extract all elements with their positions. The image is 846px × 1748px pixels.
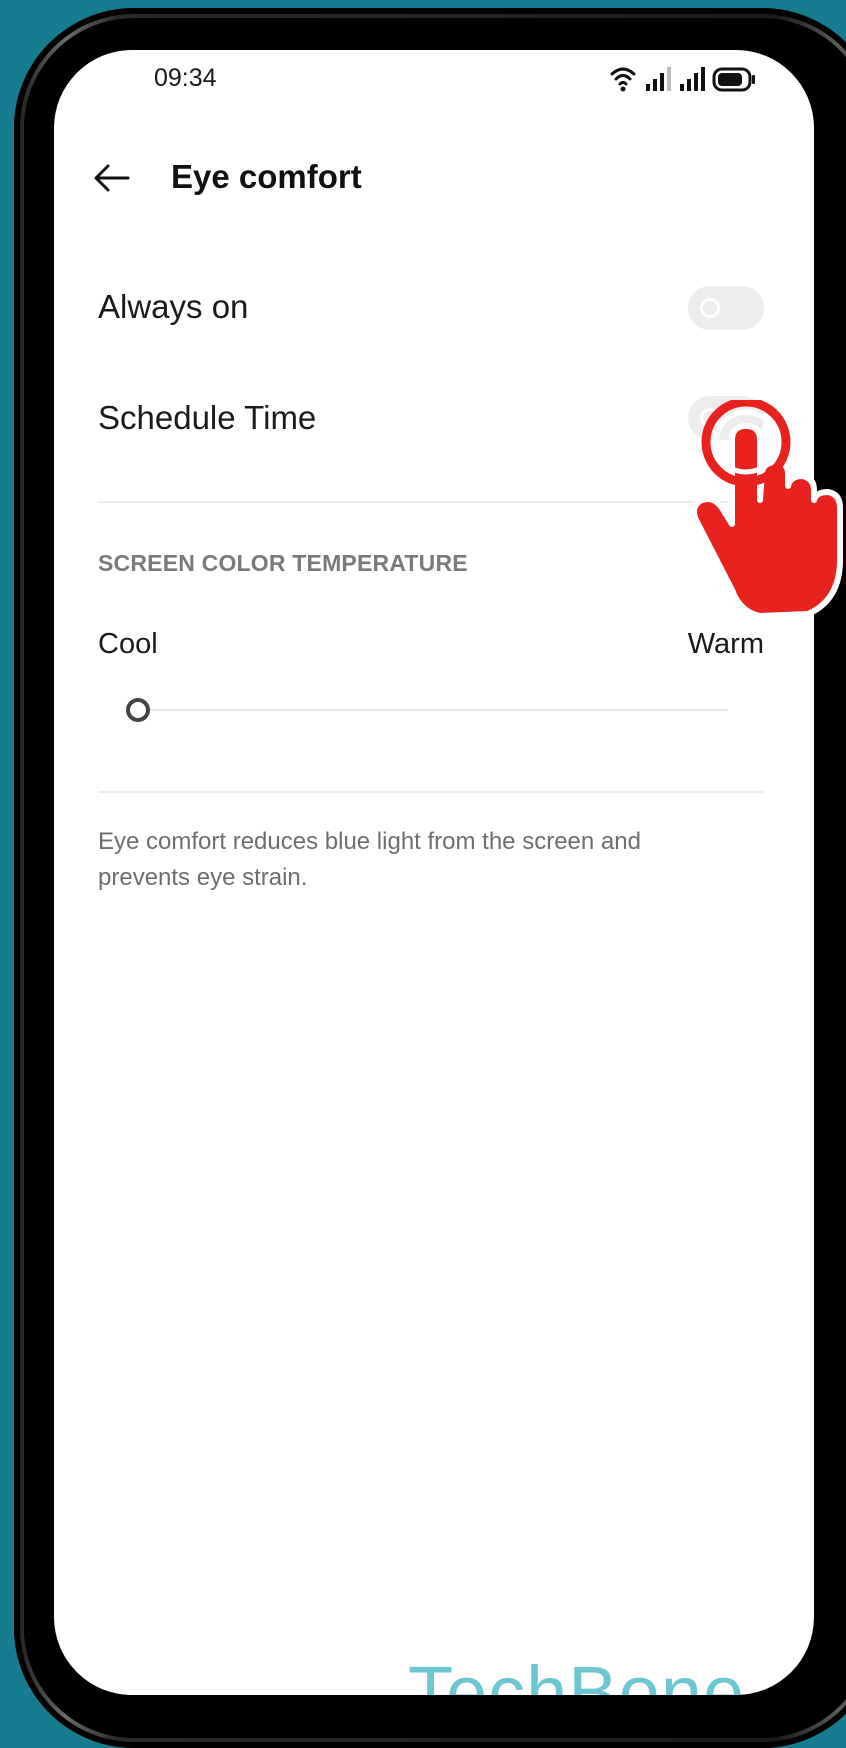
phone-screen: 09:34 Eye comfort Always on Schedule Tim… [54, 50, 814, 1695]
temperature-slider-thumb[interactable] [126, 698, 150, 722]
always-on-toggle[interactable] [688, 286, 764, 330]
wifi-icon [610, 67, 636, 92]
status-icons [610, 67, 755, 92]
arrow-left-icon [94, 164, 130, 192]
watermark: TechBone [408, 1651, 746, 1695]
slider-max-label: Warm [687, 628, 764, 660]
schedule-time-label: Schedule Time [98, 399, 317, 436]
back-button[interactable] [84, 150, 140, 206]
signal-1-icon [646, 67, 671, 91]
divider [98, 791, 764, 793]
page-title: Eye comfort [171, 158, 362, 195]
tap-hand-icon [691, 400, 843, 619]
section-header: SCREEN COLOR TEMPERATURE [98, 550, 468, 576]
battery-icon [712, 67, 755, 92]
toggle-knob [700, 298, 720, 318]
temperature-slider-track[interactable] [128, 709, 728, 711]
signal-2-icon [680, 67, 705, 91]
slider-min-label: Cool [98, 628, 158, 660]
description-text: Eye comfort reduces blue light from the … [98, 828, 641, 891]
always-on-label: Always on [98, 288, 249, 325]
divider [98, 501, 764, 503]
status-time: 09:34 [154, 64, 217, 92]
